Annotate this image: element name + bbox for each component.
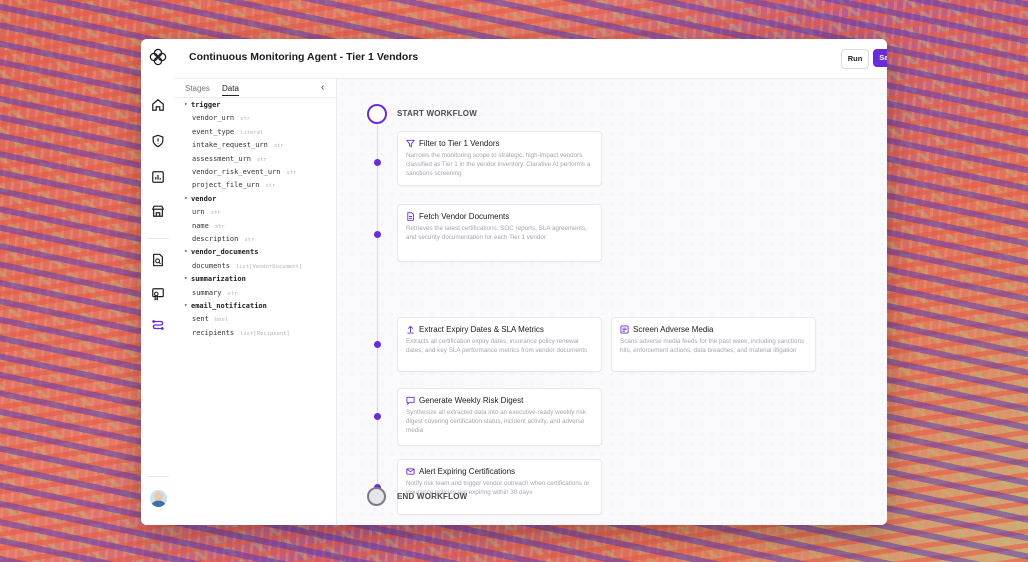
field-type: str xyxy=(273,143,284,150)
rail-divider xyxy=(147,238,169,239)
step-card-adverse-media[interactable]: Screen Adverse Media Scans adverse media… xyxy=(611,317,816,372)
field-type: literal xyxy=(240,129,264,136)
field-type: list[VendorDocument] xyxy=(235,263,303,270)
certificate-icon[interactable] xyxy=(151,287,165,301)
page-title: Continuous Monitoring Agent - Tier 1 Ven… xyxy=(189,51,419,63)
collapse-panel-icon[interactable]: ‹ xyxy=(321,82,324,93)
chevron-down-icon[interactable]: ▾ xyxy=(184,248,188,255)
end-label: END WORKFLOW xyxy=(397,492,468,501)
field-type: str xyxy=(214,223,225,230)
run-button[interactable]: Run xyxy=(841,49,869,69)
timeline-line xyxy=(377,124,378,494)
step-title: Generate Weekly Risk Digest xyxy=(419,396,524,405)
field-type: str xyxy=(265,183,276,190)
field-type: str xyxy=(286,170,297,176)
step-description: Narrows the monitoring scope to strategi… xyxy=(406,152,591,177)
field-name: vendor_urn xyxy=(192,114,235,123)
step-title: Extract Expiry Dates & SLA Metrics xyxy=(419,325,544,334)
field-name: sent xyxy=(192,315,209,324)
step-card-filter[interactable]: Filter to Tier 1 Vendors Narrows the mon… xyxy=(397,131,602,186)
save-button[interactable]: Save xyxy=(873,49,887,67)
step-title: Filter to Tier 1 Vendors xyxy=(419,139,500,148)
app-window: Continuous Monitoring Agent - Tier 1 Ven… xyxy=(141,39,887,525)
field-type: str xyxy=(227,290,238,297)
step-dot xyxy=(374,413,381,420)
field-name: documents xyxy=(192,261,230,270)
step-dot xyxy=(374,159,381,166)
store-icon[interactable] xyxy=(151,204,165,218)
start-node xyxy=(367,104,387,124)
avatar[interactable] xyxy=(150,490,167,507)
newspaper-icon xyxy=(620,325,629,334)
field-name: description xyxy=(192,235,239,243)
workflow-canvas[interactable]: START WORKFLOW Filter to Tier 1 Vendors … xyxy=(337,79,887,525)
chevron-down-icon[interactable]: ▾ xyxy=(184,101,188,108)
rail-divider xyxy=(147,476,169,477)
field-name: recipients xyxy=(192,328,235,337)
field-type: bool xyxy=(214,317,229,324)
field-name: urn xyxy=(192,208,205,217)
chevron-down-icon[interactable]: ▾ xyxy=(184,302,188,309)
tab-stages[interactable]: Stages xyxy=(185,84,210,93)
field-name: project_file_urn xyxy=(192,181,260,190)
panel-tabs: Stages Data ‹ xyxy=(175,79,336,98)
field-type: str xyxy=(244,237,255,243)
message-icon xyxy=(406,396,415,405)
field-type: str xyxy=(240,116,251,123)
end-node xyxy=(367,487,386,506)
document-search-icon[interactable] xyxy=(151,253,165,267)
mail-icon xyxy=(406,468,415,475)
shield-icon[interactable] xyxy=(151,134,165,148)
step-title: Screen Adverse Media xyxy=(633,325,714,334)
home-icon[interactable] xyxy=(151,98,165,112)
field-name: event_type xyxy=(192,127,235,136)
field-name: assessment_urn xyxy=(192,154,252,163)
field-type: str xyxy=(210,210,221,217)
document-icon xyxy=(407,212,414,221)
tree-group-label: email_notification xyxy=(191,302,267,310)
chevron-down-icon[interactable]: ▾ xyxy=(184,195,188,202)
step-title: Alert Expiring Certifications xyxy=(419,467,516,476)
chart-icon[interactable] xyxy=(151,170,165,184)
start-label: START WORKFLOW xyxy=(397,109,477,118)
step-description: Extracts all certification expiry dates,… xyxy=(406,338,588,354)
field-name: intake_request_urn xyxy=(192,141,268,150)
field-type: str xyxy=(257,156,267,163)
data-panel: Stages Data ‹ ▾ trigger vendor_urn str event… xyxy=(175,79,337,525)
workflow-icon[interactable] xyxy=(151,318,165,332)
step-dot xyxy=(374,341,381,348)
filter-icon xyxy=(406,139,415,148)
icon-rail xyxy=(141,39,176,525)
step-title: Fetch Vendor Documents xyxy=(419,212,510,221)
step-card-fetch[interactable]: Fetch Vendor Documents Retrieves the lat… xyxy=(397,204,602,262)
step-dot xyxy=(374,231,381,238)
chevron-down-icon[interactable]: ▾ xyxy=(184,275,188,282)
step-description: Scans adverse media feeds for the past w… xyxy=(620,338,805,354)
header-bar: Continuous Monitoring Agent - Tier 1 Ven… xyxy=(175,39,887,79)
tree-group-label: vendor xyxy=(191,194,217,203)
field-type: list[Recipient] xyxy=(240,330,290,337)
step-description: Retrieves the latest certifications, SOC… xyxy=(406,225,587,241)
field-name: name xyxy=(192,221,209,230)
tree-group-label: trigger xyxy=(191,101,221,109)
step-description: Synthesize all extracted data into an ex… xyxy=(406,409,586,434)
app-logo-icon[interactable] xyxy=(149,48,167,66)
tree-group-label: summarization xyxy=(191,275,246,284)
tab-data[interactable]: Data xyxy=(222,84,239,96)
field-name: summary xyxy=(192,288,222,297)
step-card-extract[interactable]: Extract Expiry Dates & SLA Metrics Extra… xyxy=(397,317,602,372)
step-card-alert[interactable]: Alert Expiring Certifications Notify ris… xyxy=(397,459,602,515)
upload-icon xyxy=(407,325,414,334)
step-card-digest[interactable]: Generate Weekly Risk Digest Synthesize a… xyxy=(397,388,602,446)
tree-group-label: vendor_documents xyxy=(191,248,259,257)
field-name: vendor_risk_event_urn xyxy=(192,168,281,176)
